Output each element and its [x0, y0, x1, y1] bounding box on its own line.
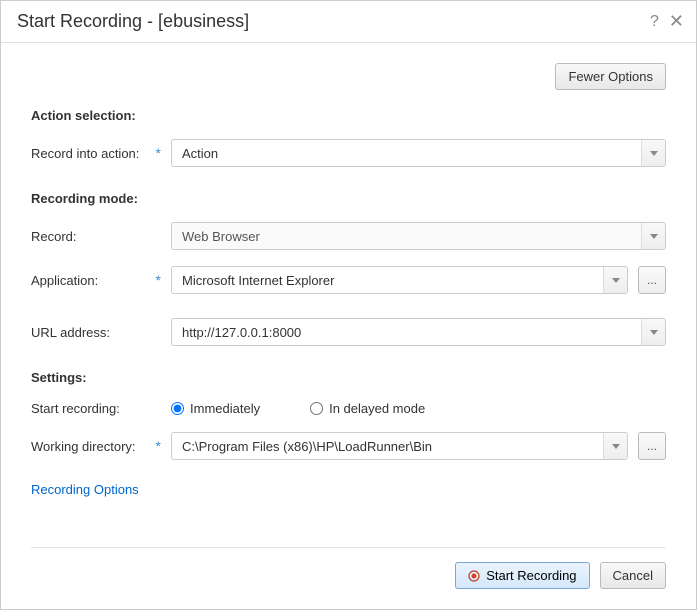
combo-text-record-into-action: Action: [172, 146, 641, 161]
row-working-directory: Working directory: * C:\Program Files (x…: [31, 432, 666, 460]
row-record-into-action: Record into action: * Action: [31, 139, 666, 167]
titlebar-controls: ? ✕: [650, 11, 684, 32]
row-url-address: URL address: http://127.0.0.1:8000: [31, 318, 666, 346]
chevron-down-icon[interactable]: [603, 433, 627, 459]
browse-application-button[interactable]: ...: [638, 266, 666, 294]
combo-record[interactable]: Web Browser: [171, 222, 666, 250]
label-start-recording: Start recording:: [31, 401, 171, 416]
label-record-into-action: Record into action: *: [31, 145, 171, 161]
section-header-settings: Settings:: [31, 370, 666, 385]
fewer-options-button[interactable]: Fewer Options: [555, 63, 666, 90]
radio-label-delayed: In delayed mode: [329, 401, 425, 416]
combo-url-address[interactable]: http://127.0.0.1:8000: [171, 318, 666, 346]
radio-input-immediately[interactable]: [171, 402, 184, 415]
section-header-action-selection: Action selection:: [31, 108, 666, 123]
label-working-directory: Working directory: *: [31, 438, 171, 454]
combo-text-record: Web Browser: [172, 229, 641, 244]
required-star-icon: *: [156, 438, 161, 454]
dialog-footer: Start Recording Cancel: [31, 547, 666, 609]
label-url-address: URL address:: [31, 325, 171, 340]
label-application: Application: *: [31, 272, 171, 288]
help-icon[interactable]: ?: [650, 13, 659, 31]
combo-text-url-address: http://127.0.0.1:8000: [172, 325, 641, 340]
row-application: Application: * Microsoft Internet Explor…: [31, 266, 666, 294]
dialog-title: Start Recording - [ebusiness]: [17, 11, 249, 32]
dialog-content: Fewer Options Action selection: Record i…: [1, 43, 696, 529]
row-start-recording: Start recording: Immediately In delayed …: [31, 401, 666, 416]
combo-record-into-action[interactable]: Action: [171, 139, 666, 167]
combo-working-directory[interactable]: C:\Program Files (x86)\HP\LoadRunner\Bin: [171, 432, 628, 460]
start-recording-dialog: Start Recording - [ebusiness] ? ✕ Fewer …: [0, 0, 697, 610]
start-recording-button[interactable]: Start Recording: [455, 562, 589, 589]
chevron-down-icon[interactable]: [641, 223, 665, 249]
radio-group-start-recording: Immediately In delayed mode: [171, 401, 425, 416]
browse-working-dir-button[interactable]: ...: [638, 432, 666, 460]
row-record: Record: Web Browser: [31, 222, 666, 250]
top-button-row: Fewer Options: [31, 63, 666, 90]
close-icon[interactable]: ✕: [669, 11, 684, 32]
combo-text-application: Microsoft Internet Explorer: [172, 273, 603, 288]
start-recording-label: Start Recording: [486, 568, 576, 583]
label-record: Record:: [31, 229, 171, 244]
radio-immediately[interactable]: Immediately: [171, 401, 260, 416]
radio-input-delayed[interactable]: [310, 402, 323, 415]
chevron-down-icon[interactable]: [641, 140, 665, 166]
combo-text-working-directory: C:\Program Files (x86)\HP\LoadRunner\Bin: [172, 439, 603, 454]
recording-options-link[interactable]: Recording Options: [31, 482, 139, 497]
chevron-down-icon[interactable]: [603, 267, 627, 293]
titlebar: Start Recording - [ebusiness] ? ✕: [1, 1, 696, 43]
combo-application[interactable]: Microsoft Internet Explorer: [171, 266, 628, 294]
chevron-down-icon[interactable]: [641, 319, 665, 345]
radio-label-immediately: Immediately: [190, 401, 260, 416]
radio-delayed[interactable]: In delayed mode: [310, 401, 425, 416]
cancel-button[interactable]: Cancel: [600, 562, 666, 589]
record-icon: [468, 570, 480, 582]
required-star-icon: *: [156, 145, 161, 161]
section-header-recording-mode: Recording mode:: [31, 191, 666, 206]
required-star-icon: *: [156, 272, 161, 288]
